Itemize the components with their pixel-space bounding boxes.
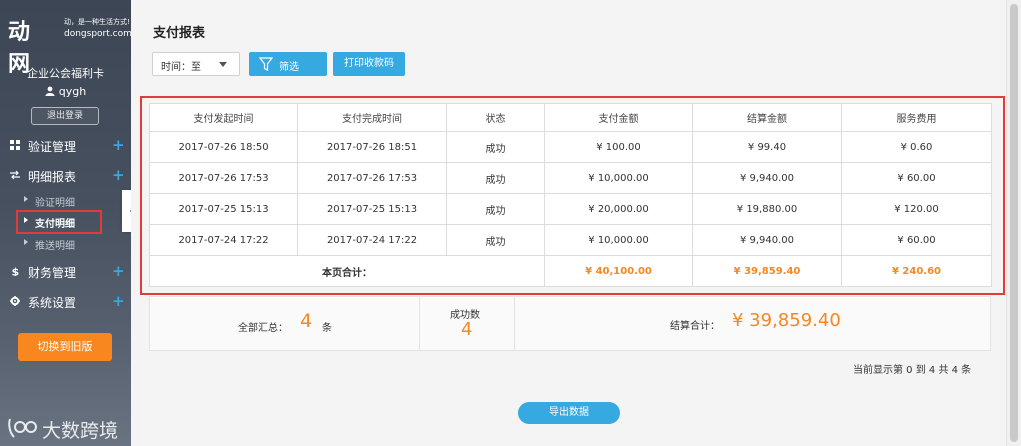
caret-right-icon xyxy=(24,239,28,245)
logout-button[interactable]: 退出登录 xyxy=(31,107,99,125)
table-row: 2017-07-26 18:50 2017-07-26 18:51 成功 ¥ 1… xyxy=(149,131,992,163)
summary-total-unit: 条 xyxy=(322,323,332,334)
submenu-label: 推送明细 xyxy=(35,241,75,252)
payment-table: 支付发起时间 支付完成时间 状态 支付金额 结算金额 服务费用 2017-07-… xyxy=(149,103,992,287)
switch-old-version-button[interactable]: 切换到旧版 xyxy=(18,333,112,361)
user-line: qygh xyxy=(0,85,131,98)
menu-item-verify[interactable]: 验证管理 + xyxy=(0,132,131,160)
logo-slogan: 动，是一种生活方式! xyxy=(64,18,130,26)
total-label: 本页合计： xyxy=(149,255,545,287)
expand-plus-icon[interactable]: + xyxy=(112,292,125,310)
submenu-item-verify-detail[interactable]: 验证明细 xyxy=(0,192,131,210)
table-row: 2017-07-25 15:13 2017-07-25 15:13 成功 ¥ 2… xyxy=(149,193,992,225)
submenu-item-push-detail[interactable]: 推送明细 xyxy=(0,235,131,253)
username: qygh xyxy=(58,85,87,98)
user-icon xyxy=(45,86,55,96)
gear-icon xyxy=(10,296,20,306)
filter-icon xyxy=(259,57,273,71)
filter-button[interactable]: 筛选 xyxy=(249,52,327,76)
highlight-box xyxy=(16,210,102,234)
table-cell: ¥ 99.40 xyxy=(692,131,842,163)
column-header: 支付完成时间 xyxy=(297,103,447,132)
divider xyxy=(514,297,515,350)
menu-label: 系统设置 xyxy=(28,296,77,310)
watermark: 大数跨境 xyxy=(6,415,131,443)
column-header: 结算金额 xyxy=(692,103,842,132)
summary-success-value: 4 xyxy=(461,319,473,340)
expand-plus-icon[interactable]: + xyxy=(112,136,125,154)
divider xyxy=(419,297,420,350)
print-qr-button[interactable]: 打印收款码 xyxy=(333,52,405,76)
chevron-down-icon xyxy=(219,62,227,67)
table-cell: 2017-07-26 18:51 xyxy=(297,131,447,163)
table-cell: 2017-07-26 18:50 xyxy=(149,131,298,163)
total-payment: ¥ 40,100.00 xyxy=(544,255,693,287)
time-value: 至 xyxy=(191,62,201,73)
table-cell: ¥ 20,000.00 xyxy=(544,193,693,225)
column-header: 状态 xyxy=(446,103,545,132)
table-cell: ¥ 100.00 xyxy=(544,131,693,163)
sidebar: 动网 动，是一种生活方式! dongsport.com 企业公会福利卡 qygh… xyxy=(0,0,131,446)
page-title: 支付报表 xyxy=(153,26,206,41)
table-cell: 2017-07-24 17:22 xyxy=(149,224,298,256)
pagination-info: 当前显示第 0 到 4 共 4 条 xyxy=(853,365,972,376)
total-service-fee: ¥ 240.60 xyxy=(841,255,992,287)
filter-label: 筛选 xyxy=(279,62,299,73)
scrollbar-thumb[interactable] xyxy=(1010,4,1018,442)
time-label: 时间： xyxy=(161,62,191,73)
summary-settle-value: ¥ 39,859.40 xyxy=(732,310,841,331)
table-cell: 2017-07-24 17:22 xyxy=(297,224,447,256)
transfer-icon xyxy=(10,170,20,180)
vertical-scrollbar[interactable] xyxy=(1006,0,1021,446)
column-header: 服务费用 xyxy=(841,103,992,132)
menu-label: 财务管理 xyxy=(28,266,77,280)
grid-icon xyxy=(10,140,20,150)
table-row: 2017-07-24 17:22 2017-07-24 17:22 成功 ¥ 1… xyxy=(149,224,992,256)
watermark-logo-icon xyxy=(8,418,37,438)
summary-total-value: 4 xyxy=(300,310,313,332)
summary-total-label: 全部汇总： xyxy=(238,323,288,334)
menu-item-reports[interactable]: 明细报表 + xyxy=(0,162,131,190)
menu-label: 明细报表 xyxy=(28,170,77,184)
org-name: 企业公会福利卡 xyxy=(27,67,104,80)
table-cell: ¥ 9,940.00 xyxy=(692,162,842,194)
table-cell: ¥ 60.00 xyxy=(841,224,992,256)
table-row: 2017-07-26 17:53 2017-07-26 17:53 成功 ¥ 1… xyxy=(149,162,992,194)
table-cell: ¥ 19,880.00 xyxy=(692,193,842,225)
table-cell: 成功 xyxy=(446,162,545,194)
table-cell: 成功 xyxy=(446,224,545,256)
menu-label: 验证管理 xyxy=(28,140,77,154)
table-cell: ¥ 0.60 xyxy=(841,131,992,163)
table-total-row: 本页合计： ¥ 40,100.00 ¥ 39,859.40 ¥ 240.60 xyxy=(149,255,992,287)
menu-item-settings[interactable]: 系统设置 + xyxy=(0,288,131,316)
table-cell: ¥ 120.00 xyxy=(841,193,992,225)
export-data-button[interactable]: 导出数据 xyxy=(518,402,620,424)
table-cell: ¥ 10,000.00 xyxy=(544,162,693,194)
time-select[interactable]: 时间： 至 xyxy=(152,52,240,76)
submenu-label: 验证明细 xyxy=(35,198,75,209)
watermark-text: 大数跨境 xyxy=(42,420,119,442)
expand-plus-icon[interactable]: + xyxy=(112,262,125,280)
table-cell: 2017-07-26 17:53 xyxy=(297,162,447,194)
svg-text:$: $ xyxy=(12,266,20,276)
logo-domain: dongsport.com xyxy=(64,29,131,39)
table-cell: 2017-07-26 17:53 xyxy=(149,162,298,194)
table-cell: 2017-07-25 15:13 xyxy=(149,193,298,225)
summary-settle-label: 结算合计： xyxy=(670,321,720,332)
total-settlement: ¥ 39,859.40 xyxy=(692,255,842,287)
table-header-row: 支付发起时间 支付完成时间 状态 支付金额 结算金额 服务费用 xyxy=(149,103,992,132)
table-cell: ¥ 60.00 xyxy=(841,162,992,194)
caret-right-icon xyxy=(24,196,28,202)
table-cell: ¥ 10,000.00 xyxy=(544,224,693,256)
menu-item-finance[interactable]: $ 财务管理 + xyxy=(0,258,131,286)
table-cell: 2017-07-25 15:13 xyxy=(297,193,447,225)
expand-plus-icon[interactable]: + xyxy=(112,166,125,184)
table-cell: 成功 xyxy=(446,131,545,163)
summary-panel: 全部汇总： 4 条 成功数 4 结算合计： ¥ 39,859.40 xyxy=(149,296,991,351)
table-cell: ¥ 9,940.00 xyxy=(692,224,842,256)
table-cell: 成功 xyxy=(446,193,545,225)
column-header: 支付金额 xyxy=(544,103,693,132)
dollar-icon: $ xyxy=(12,266,20,276)
column-header: 支付发起时间 xyxy=(149,103,298,132)
